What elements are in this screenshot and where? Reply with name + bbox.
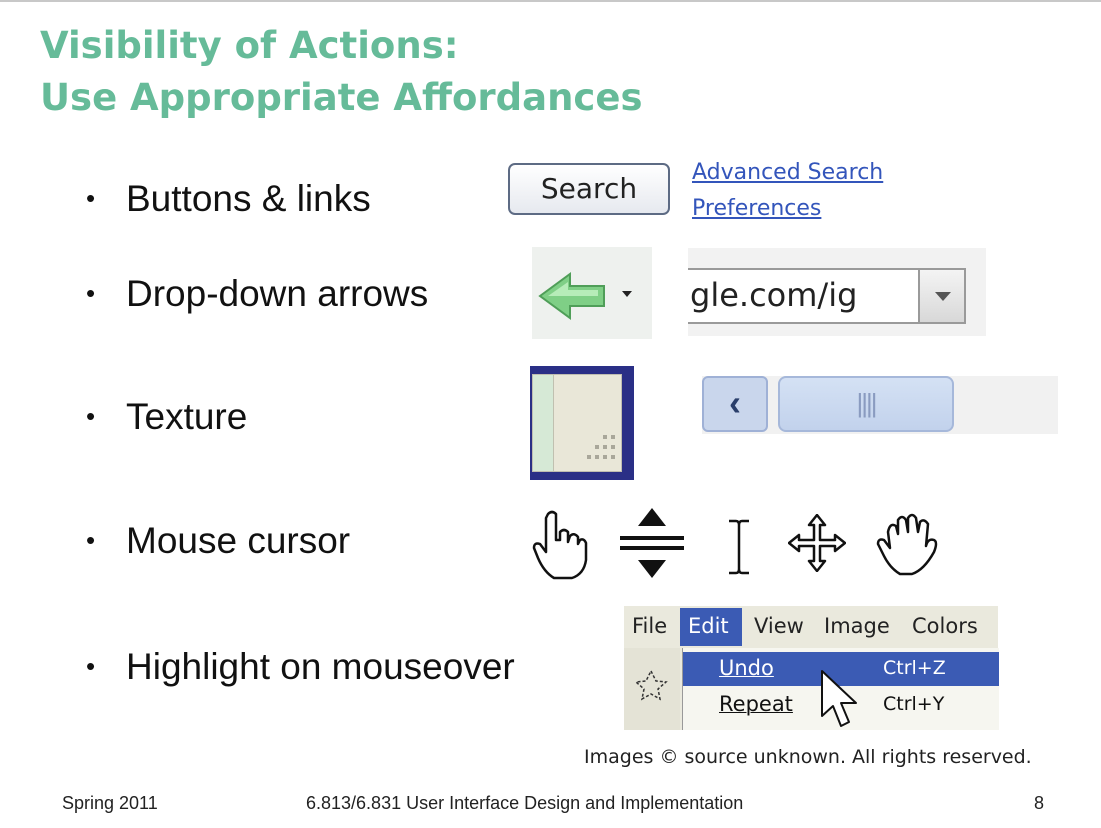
slide-title: Visibility of Actions: Use Appropriate A…	[40, 20, 642, 124]
hand-pointer-icon	[532, 510, 588, 580]
title-line-1: Visibility of Actions:	[40, 24, 459, 67]
chevron-down-icon[interactable]	[622, 291, 632, 297]
grip-dot	[603, 435, 607, 439]
menu-item-label: Repeat	[719, 692, 793, 716]
bullet-text: Buttons & links	[126, 178, 371, 219]
address-dropdown-button[interactable]	[918, 268, 966, 324]
bullet-text: Highlight on mouseover	[126, 646, 515, 687]
menu-file[interactable]: File	[632, 614, 667, 638]
scroll-thumb[interactable]: ||||	[778, 376, 954, 432]
edit-dropdown: Undo Ctrl+Z Repeat Ctrl+Y	[682, 648, 999, 730]
menubar: File Edit View Image Colors	[624, 606, 998, 646]
address-input[interactable]: gle.com/ig	[688, 268, 918, 324]
tool-palette	[624, 648, 680, 730]
advanced-search-link[interactable]: Advanced Search	[692, 160, 883, 185]
footer-course: 6.813/6.831 User Interface Design and Im…	[306, 793, 744, 813]
grip-dot	[595, 455, 599, 459]
bullet-texture: • Texture	[86, 396, 248, 437]
top-divider	[0, 0, 1101, 2]
scroll-left-arrow[interactable]: ‹	[702, 376, 768, 432]
footer-page-number: 8	[1034, 793, 1045, 813]
back-arrow-icon	[538, 272, 605, 320]
edit-menu-example: File Edit View Image Colors Undo Ctrl+Z …	[624, 606, 999, 730]
chevron-down-icon	[935, 292, 951, 301]
bullet-buttons-links: • Buttons & links	[86, 178, 371, 219]
bullet-dropdown-arrows: • Drop-down arrows	[86, 273, 429, 314]
grip-dot	[595, 445, 599, 449]
title-line-2: Use Appropriate Affordances	[40, 76, 643, 119]
menu-item-shortcut: Ctrl+Z	[883, 657, 946, 679]
bullet-mouse-cursor: • Mouse cursor	[86, 520, 351, 561]
footer-term: Spring 2011	[62, 793, 158, 813]
resize-grip-texture[interactable]	[530, 366, 634, 480]
window-edge	[533, 375, 554, 471]
address-bar: gle.com/ig	[688, 248, 986, 336]
window-corner	[532, 374, 622, 472]
move-icon	[788, 514, 846, 572]
menu-edit[interactable]: Edit	[680, 608, 742, 646]
grip-dot	[611, 445, 615, 449]
resize-vertical-icon	[620, 508, 684, 578]
grip-dot	[611, 455, 615, 459]
free-select-tool-icon	[634, 669, 668, 701]
grip-dot	[603, 455, 607, 459]
grip-dot	[611, 435, 615, 439]
copyright-note: Images © source unknown. All rights rese…	[584, 746, 1032, 768]
bullet-text: Texture	[126, 396, 248, 437]
preferences-link[interactable]: Preferences	[692, 196, 821, 221]
menu-item-shortcut: Ctrl+Y	[883, 693, 945, 715]
back-button-dropdown[interactable]	[532, 247, 652, 339]
grip-dot	[603, 445, 607, 449]
arrow-pointer-icon	[821, 670, 857, 727]
text-ibeam-icon	[729, 519, 749, 575]
slide: Visibility of Actions: Use Appropriate A…	[0, 0, 1101, 828]
menu-view[interactable]: View	[754, 614, 804, 638]
menu-image[interactable]: Image	[824, 614, 890, 638]
bullet-text: Mouse cursor	[126, 520, 351, 561]
scrollbar: ‹ ||||	[702, 376, 1058, 434]
bullet-text: Drop-down arrows	[126, 273, 429, 314]
grab-hand-icon	[876, 513, 938, 576]
bullet-highlight-mouseover: • Highlight on mouseover	[86, 646, 515, 687]
menu-colors[interactable]: Colors	[912, 614, 978, 638]
grip-dot	[587, 455, 591, 459]
search-button[interactable]: Search	[508, 163, 670, 215]
menu-item-label: Undo	[719, 656, 774, 680]
